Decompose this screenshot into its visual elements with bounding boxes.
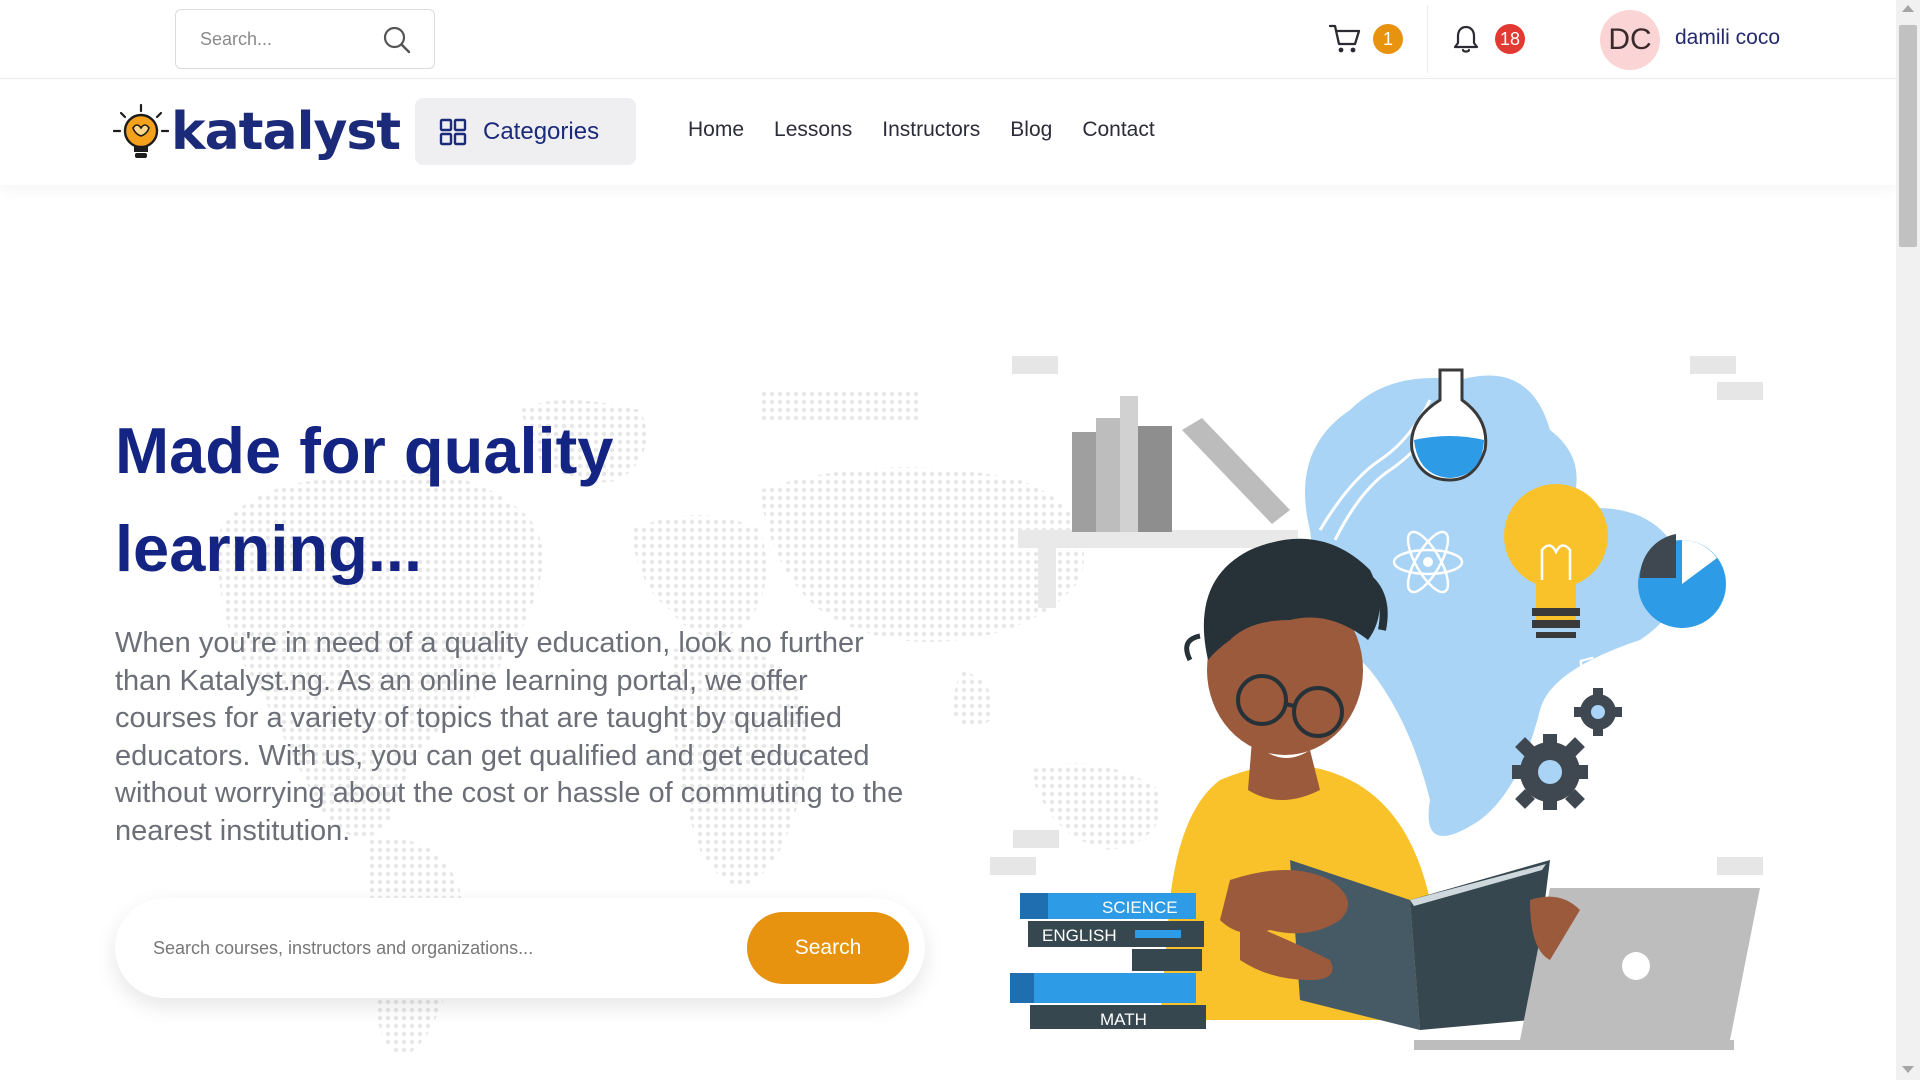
hero-search-input[interactable]	[153, 918, 733, 978]
notification-count-badge: 18	[1495, 24, 1525, 54]
page-scrollbar[interactable]	[1896, 0, 1920, 1080]
logo-text: katalyst	[171, 102, 401, 162]
main-navbar: katalyst Categories Home Lessons Instruc…	[0, 80, 1896, 185]
lightbulb-logo-icon	[113, 104, 169, 158]
notifications-button[interactable]: 18	[1445, 18, 1535, 62]
stacked-books: SCIENCE ENGLISH MATH	[1010, 893, 1206, 1029]
topbar-divider	[1427, 5, 1428, 73]
page: 1 18 DC damili coco	[0, 0, 1920, 1080]
user-name[interactable]: damili coco	[1675, 26, 1780, 50]
grid-icon	[439, 118, 467, 146]
pie-chart-icon	[1638, 534, 1726, 628]
hero-search-button[interactable]: Search	[747, 912, 909, 984]
nav-link-blog[interactable]: Blog	[1010, 118, 1052, 142]
book-label-math: MATH	[1100, 1010, 1147, 1029]
book-label-english: ENGLISH	[1042, 926, 1117, 945]
nav-link-contact[interactable]: Contact	[1082, 118, 1154, 142]
cart-button[interactable]: 1	[1325, 18, 1415, 62]
top-search-box[interactable]	[175, 9, 435, 69]
top-search-input[interactable]	[200, 10, 390, 68]
logo[interactable]: katalyst	[113, 100, 401, 164]
hero-illustration: E = mc² SCIENCE ENGLISH MATH	[990, 356, 1763, 1050]
cart-count-badge: 1	[1373, 24, 1403, 54]
hero-title: Made for quality learning...	[115, 414, 614, 585]
categories-label: Categories	[483, 118, 600, 145]
avatar[interactable]: DC	[1600, 10, 1660, 70]
hero-description: When you're in need of a quality educati…	[115, 627, 904, 847]
bell-icon[interactable]	[1450, 23, 1482, 55]
cart-icon[interactable]	[1328, 22, 1362, 56]
book-label-science: SCIENCE	[1102, 898, 1178, 917]
nav-link-home[interactable]: Home	[688, 118, 744, 142]
scroll-thumb[interactable]	[1899, 25, 1917, 247]
nav-link-instructors[interactable]: Instructors	[882, 118, 980, 142]
scroll-down-arrow-icon[interactable]	[1902, 1066, 1914, 1073]
hero-search-bar[interactable]: Search	[115, 898, 925, 998]
top-bar: 1 18 DC damili coco	[0, 0, 1896, 79]
nav-link-lessons[interactable]: Lessons	[774, 118, 852, 142]
search-icon[interactable]	[382, 25, 412, 55]
nav-links: Home Lessons Instructors Blog Contact	[688, 118, 1155, 142]
categories-button[interactable]: Categories	[415, 98, 636, 165]
scroll-up-arrow-icon[interactable]	[1902, 5, 1914, 12]
